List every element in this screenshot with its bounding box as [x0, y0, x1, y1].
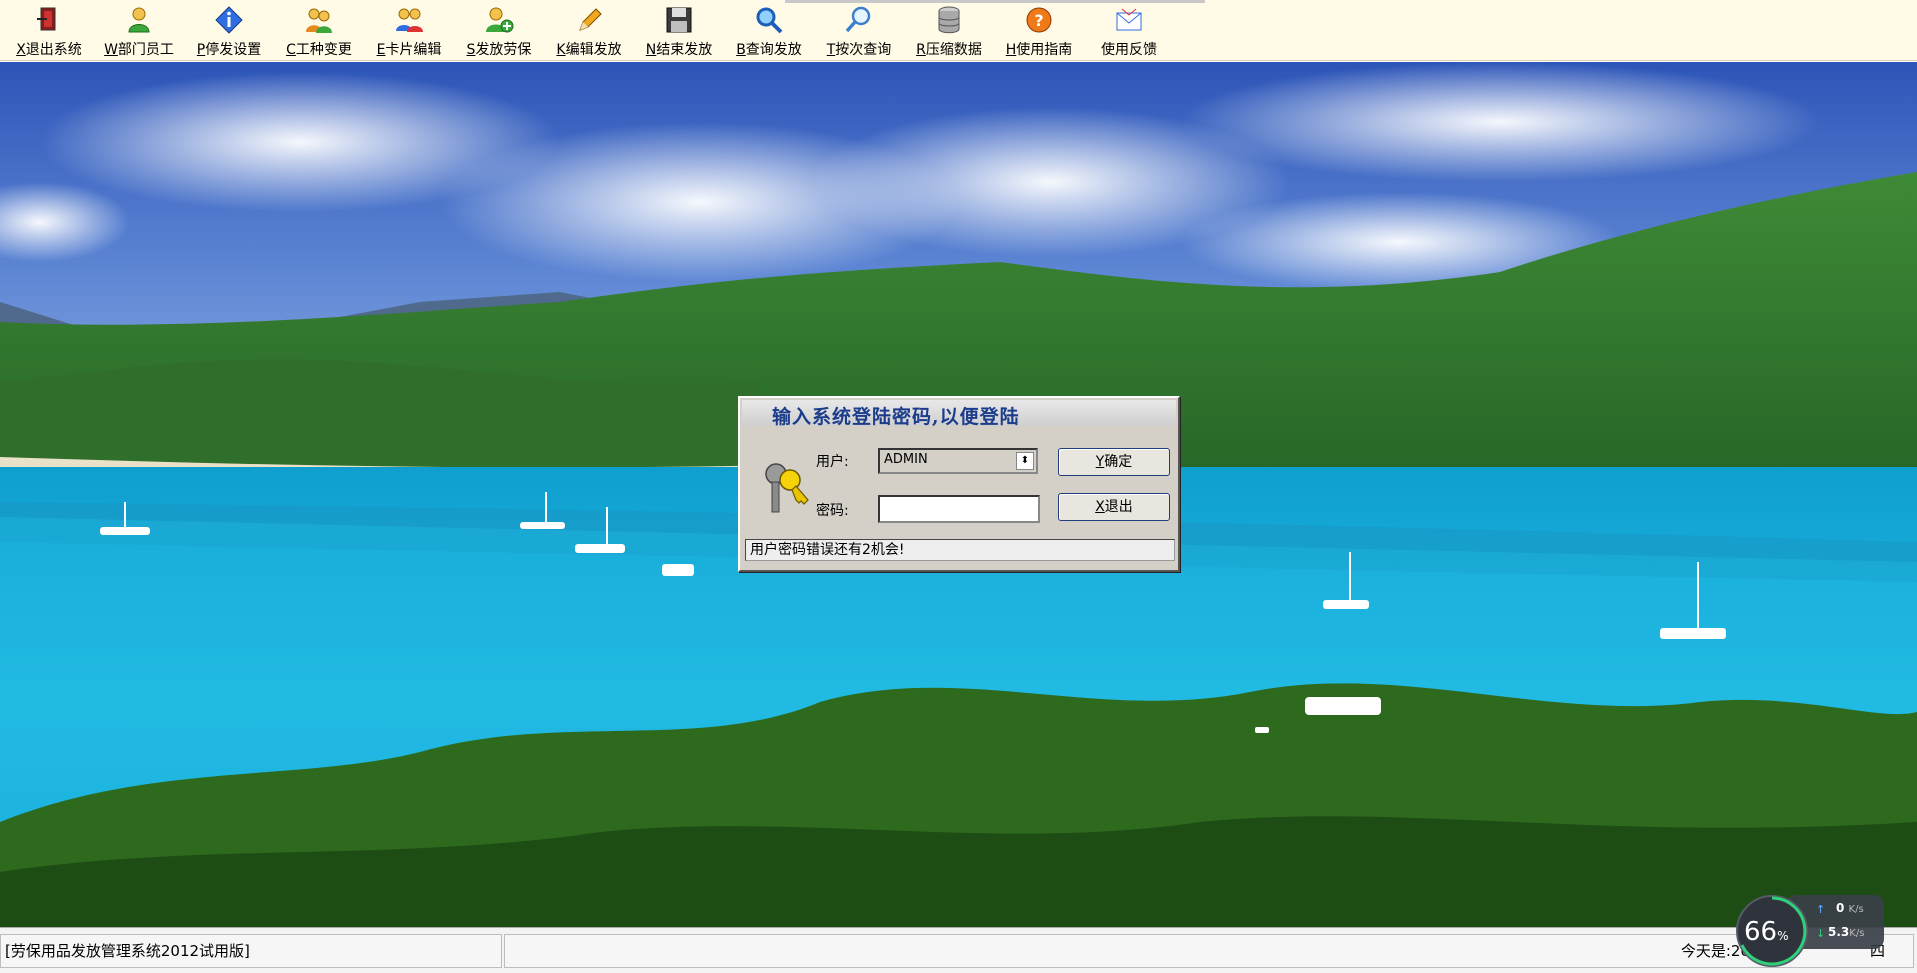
toolbar-button-0[interactable]: X退出系统	[4, 0, 94, 60]
download-speed: 5.3K/s	[1828, 925, 1864, 939]
toolbar-label: 使用反馈	[1101, 39, 1157, 59]
toolbar-label-text: 停发设置	[205, 42, 262, 58]
toolbar-button-5[interactable]: S发放劳保	[454, 0, 544, 60]
toolbar-button-7[interactable]: N结束发放	[634, 0, 724, 60]
download-value: 5.3	[1828, 925, 1850, 939]
toolbar-button-11[interactable]: ? H使用指南	[994, 0, 1084, 60]
info-icon	[214, 5, 244, 35]
toolbar-hotkey: X	[16, 42, 26, 58]
toolbar-button-3[interactable]: C工种变更	[274, 0, 364, 60]
toolbar-hotkey: N	[645, 42, 657, 58]
user-label: 用户:	[816, 454, 849, 470]
toolbar-label: P停发设置	[197, 39, 261, 59]
toolbar-label-text: 使用指南	[1016, 42, 1073, 58]
toolbar-label-text: 压缩数据	[925, 42, 982, 58]
toolbar-hotkey: T	[826, 42, 836, 58]
user-value: ADMIN	[884, 452, 928, 467]
toolbar-label: N结束发放	[646, 39, 712, 59]
toolbar-label-text: 按次查询	[835, 42, 892, 58]
network-monitor-widget[interactable]: 66% ↑ 0 K/s ↓ 5.3K/s	[1736, 889, 1886, 969]
toolbar-label: C工种变更	[286, 39, 352, 59]
help-icon: ?	[1024, 5, 1054, 35]
toolbar-label-text: 编辑发放	[565, 42, 622, 58]
cpu-usage: 66%	[1744, 917, 1789, 947]
dropdown-arrow-icon[interactable]: ⬍	[1016, 452, 1034, 470]
toolbar-hotkey: P	[196, 42, 206, 58]
toolbar-label-text: 退出系统	[25, 42, 82, 58]
exit-button[interactable]: X退出	[1058, 493, 1170, 521]
toolbar-hotkey: R	[916, 42, 926, 58]
cpu-unit: %	[1777, 929, 1789, 943]
toolbar-button-9[interactable]: T按次查询	[814, 0, 904, 60]
dialog-title: 输入系统登陆密码,以便登陆	[772, 406, 1020, 428]
user-select[interactable]: ADMIN ⬍	[878, 448, 1038, 474]
toolbar-label: E卡片编辑	[377, 39, 442, 59]
toolbar-hotkey: H	[1005, 42, 1017, 58]
toolbar-button-4[interactable]: E卡片编辑	[364, 0, 454, 60]
toolbar-button-2[interactable]: P停发设置	[184, 0, 274, 60]
ok-button[interactable]: Y确定	[1058, 448, 1170, 476]
toolbar-label: X退出系统	[16, 39, 82, 59]
toolbar-button-12[interactable]: 使用反馈	[1084, 0, 1174, 60]
toolbar-label: T按次查询	[827, 39, 892, 59]
pencil-icon	[574, 5, 604, 35]
status-app-name: [劳保用品发放管理系统2012试用版]	[0, 934, 502, 968]
toolbar-label-text: 卡片编辑	[385, 42, 442, 58]
toolbar-label: K编辑发放	[556, 39, 621, 59]
upload-speed: 0 K/s	[1836, 901, 1864, 915]
upload-value: 0	[1836, 901, 1845, 915]
toolbar-label-text: 工种变更	[295, 42, 352, 58]
download-unit: K/s	[1849, 928, 1865, 939]
exit-label: 退出	[1104, 499, 1133, 515]
toolbar-label: W部门员工	[104, 39, 174, 59]
toolbar-label-text: 使用反馈	[1101, 42, 1157, 58]
download-arrow-icon: ↓	[1816, 927, 1826, 940]
exit-icon	[34, 5, 64, 35]
toolbar-label: R压缩数据	[916, 39, 982, 59]
toolbar: X退出系统 W部门员工 P停发设置 C工种变更 E卡片编辑 S发放劳保 K编辑发放 N结束发放…	[0, 0, 1917, 61]
save-icon	[664, 5, 694, 35]
keys-icon	[765, 463, 809, 513]
toolbar-label-text: 发放劳保	[475, 42, 532, 58]
window-edge	[785, 0, 1205, 3]
toolbar-label: H使用指南	[1006, 39, 1073, 59]
status-bar: [劳保用品发放管理系统2012试用版] 今天是:20 四	[0, 927, 1917, 973]
mail-icon	[1114, 5, 1144, 35]
toolbar-hotkey: W	[104, 42, 118, 58]
exit-hotkey: X	[1095, 499, 1105, 515]
dialog-title-bar[interactable]: 输入系统登陆密码,以便登陆	[742, 400, 1176, 428]
upload-unit: K/s	[1848, 904, 1864, 915]
password-label: 密码:	[816, 503, 849, 519]
toolbar-hotkey: C	[286, 42, 296, 58]
login-message: 用户密码错误还有2机会!	[745, 539, 1175, 561]
search-icon	[844, 5, 874, 35]
toolbar-button-1[interactable]: W部门员工	[94, 0, 184, 60]
magnifier-icon	[754, 5, 784, 35]
user-add-icon	[484, 5, 514, 35]
toolbar-hotkey: K	[556, 42, 566, 58]
svg-text:?: ?	[1034, 11, 1043, 30]
toolbar-hotkey: B	[736, 42, 746, 58]
toolbar-label-text: 结束发放	[656, 42, 713, 58]
login-dialog: 输入系统登陆密码,以便登陆 用户: ADMIN ⬍ 密码: Y确定 X退出 用户…	[738, 396, 1180, 572]
cpu-percent: 66	[1744, 917, 1778, 947]
toolbar-button-6[interactable]: K编辑发放	[544, 0, 634, 60]
upload-arrow-icon: ↑	[1816, 903, 1826, 916]
toolbar-button-10[interactable]: R压缩数据	[904, 0, 994, 60]
password-field[interactable]	[878, 495, 1040, 523]
ok-hotkey: Y	[1095, 454, 1105, 470]
toolbar-label: B查询发放	[736, 39, 802, 59]
database-icon	[934, 5, 964, 35]
users-edit-icon	[394, 5, 424, 35]
toolbar-label-text: 查询发放	[745, 42, 802, 58]
toolbar-button-8[interactable]: B查询发放	[724, 0, 814, 60]
ok-label: 确定	[1104, 454, 1133, 470]
group-icon	[304, 5, 334, 35]
status-date: 今天是:20 四	[504, 934, 1914, 968]
toolbar-label: S发放劳保	[467, 39, 532, 59]
user-icon	[124, 5, 154, 35]
toolbar-label-text: 部门员工	[117, 42, 174, 58]
